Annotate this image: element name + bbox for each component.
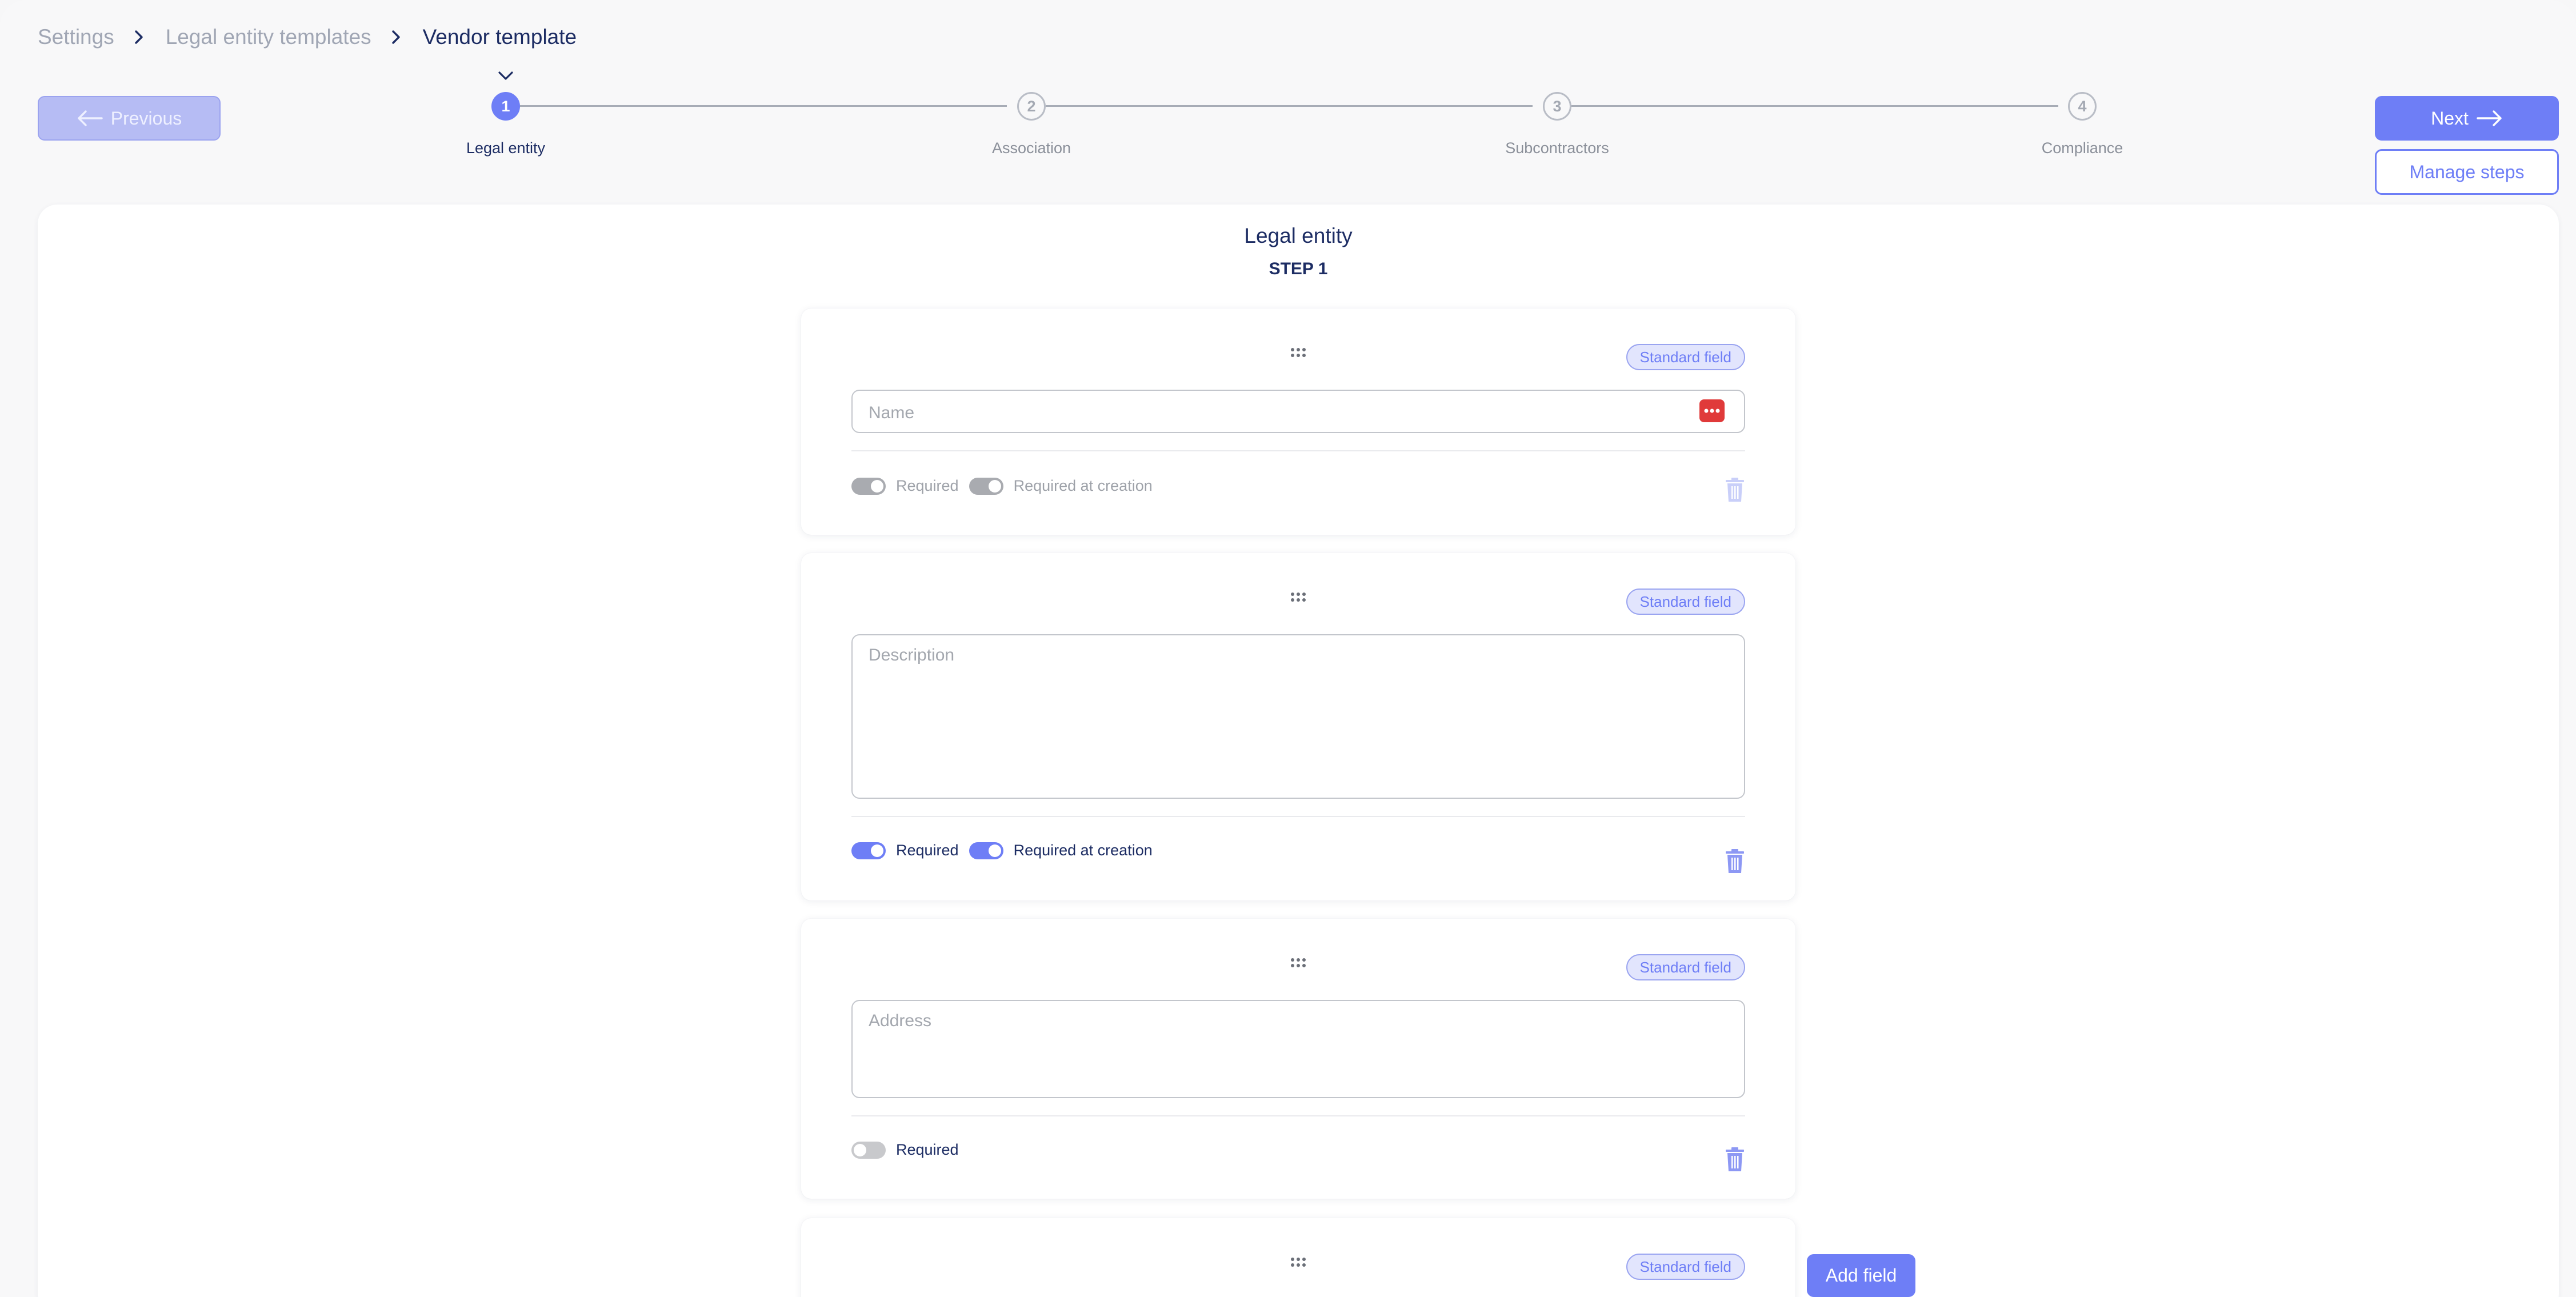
field-card-description: Standard field Description Required Requ…	[801, 553, 1795, 900]
chevron-down-icon	[498, 71, 513, 80]
field-divider	[851, 450, 1745, 451]
required-at-creation-label: Required at creation	[1013, 842, 1153, 859]
field-options: Required Required at creation	[851, 477, 1163, 495]
field-card-address: Standard field Address Required	[801, 919, 1795, 1199]
breadcrumb-settings[interactable]: Settings	[38, 25, 114, 49]
breadcrumb-current: Vendor template	[422, 25, 577, 49]
required-toggle[interactable]	[851, 842, 886, 859]
step-4-label[interactable]: Compliance	[1979, 139, 2185, 157]
required-at-creation-toggle[interactable]	[969, 842, 1003, 859]
standard-field-badge: Standard field	[1626, 589, 1745, 615]
app-frame: Settings Legal entity templates Vendor t…	[0, 0, 2576, 1297]
stepper: 1 2 3 4 Legal entity Association Subcont…	[0, 63, 2576, 166]
breadcrumb-legal-entity-templates[interactable]: Legal entity templates	[166, 25, 371, 49]
step-1-indicator[interactable]: 1	[491, 92, 520, 121]
drag-handle-icon[interactable]	[1290, 958, 1306, 968]
required-label: Required	[896, 1141, 959, 1158]
field-options: Required	[851, 1141, 969, 1159]
chevron-right-icon	[389, 30, 403, 45]
description-textarea[interactable]: Description	[851, 634, 1745, 799]
required-toggle[interactable]	[851, 477, 886, 495]
required-at-creation-toggle[interactable]	[969, 477, 1003, 495]
step-2-indicator[interactable]: 2	[1017, 92, 1046, 121]
standard-field-badge: Standard field	[1626, 344, 1745, 370]
field-options: Required Required at creation	[851, 842, 1163, 859]
required-toggle[interactable]	[851, 1141, 886, 1159]
field-card-4: Standard field	[801, 1218, 1795, 1297]
required-at-creation-label: Required at creation	[1013, 477, 1153, 494]
step-4-indicator[interactable]: 4	[2068, 92, 2097, 121]
address-textarea[interactable]: Address	[851, 1000, 1745, 1098]
trash-icon[interactable]	[1725, 478, 1745, 503]
step-2-label[interactable]: Association	[929, 139, 1134, 157]
required-label: Required	[896, 477, 959, 494]
more-dots-icon[interactable]	[1699, 399, 1725, 422]
standard-field-badge: Standard field	[1626, 1254, 1745, 1280]
step-1-label[interactable]: Legal entity	[403, 139, 609, 157]
step-subtitle: STEP 1	[1269, 259, 1328, 278]
name-input[interactable]: Name	[851, 390, 1745, 433]
add-field-label: Add field	[1825, 1265, 1897, 1286]
required-label: Required	[896, 842, 959, 859]
add-field-button[interactable]: Add field	[1807, 1254, 1915, 1297]
breadcrumb: Settings Legal entity templates Vendor t…	[38, 21, 577, 54]
step-connector	[1046, 105, 1533, 107]
step-3-label[interactable]: Subcontractors	[1454, 139, 1660, 157]
drag-handle-icon[interactable]	[1290, 1257, 1306, 1267]
address-placeholder: Address	[869, 1011, 932, 1030]
field-card-name: Standard field Name Required Required at…	[801, 309, 1795, 535]
field-divider	[851, 1115, 1745, 1116]
trash-icon[interactable]	[1725, 849, 1745, 874]
step-title: Legal entity	[1244, 224, 1353, 247]
drag-handle-icon[interactable]	[1290, 347, 1306, 358]
step-3-indicator[interactable]: 3	[1543, 92, 1571, 121]
step-connector	[1571, 105, 2058, 107]
step-connector	[520, 105, 1007, 107]
description-placeholder: Description	[869, 646, 955, 664]
drag-handle-icon[interactable]	[1290, 592, 1306, 602]
standard-field-badge: Standard field	[1626, 954, 1745, 980]
chevron-right-icon	[131, 30, 146, 45]
field-divider	[851, 816, 1745, 817]
trash-icon[interactable]	[1725, 1147, 1745, 1172]
name-placeholder: Name	[869, 403, 915, 422]
